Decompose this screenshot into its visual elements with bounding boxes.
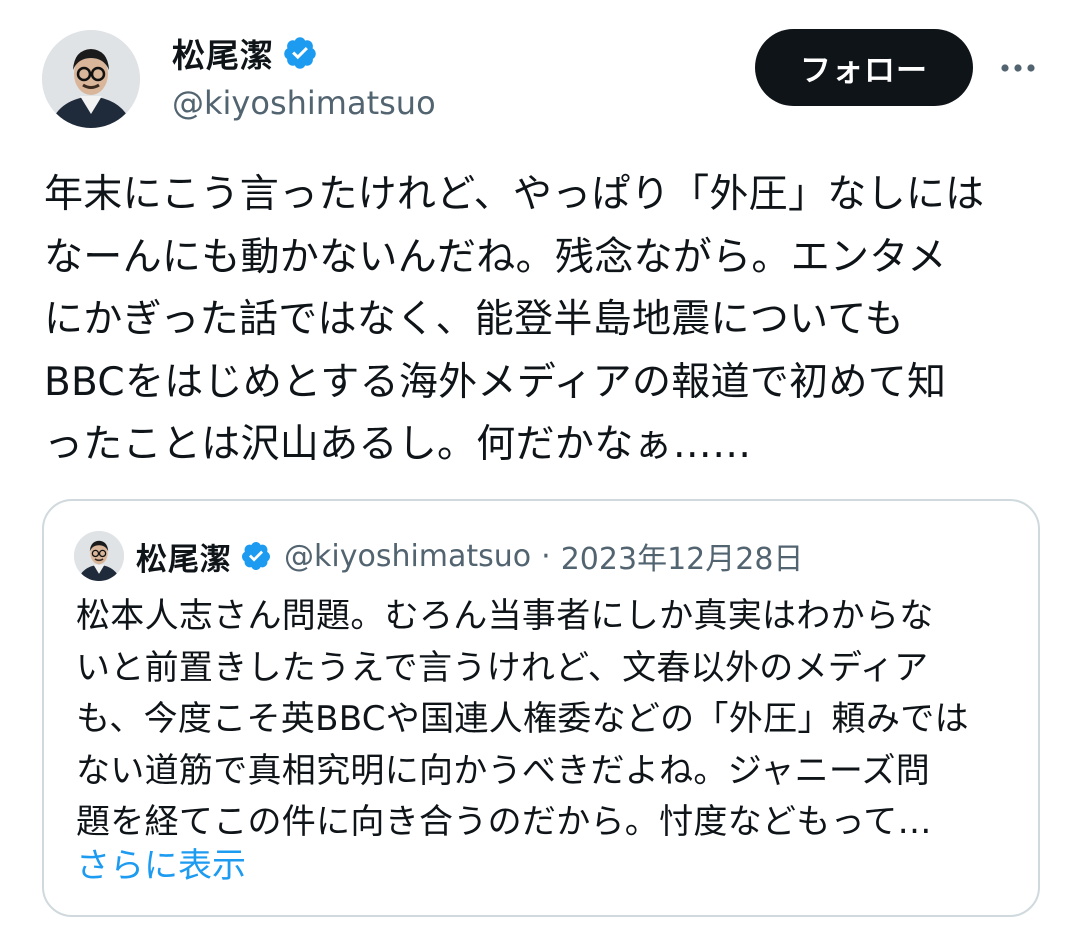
- avatar[interactable]: [42, 30, 140, 128]
- quote-avatar-image: [74, 531, 124, 581]
- author-handle[interactable]: @kiyoshimatsuo: [172, 84, 436, 122]
- author-name-row[interactable]: 松尾潔: [172, 30, 318, 76]
- quoted-tweet[interactable]: 松尾潔 @kiyoshimatsuo · 2023年12月28日 松本人志さん問…: [42, 499, 1040, 917]
- tweet-card: 松尾潔 @kiyoshimatsuo フォロー 年末にこう言ったけれど、やっぱり…: [0, 0, 1080, 944]
- quote-avatar[interactable]: [74, 531, 124, 581]
- quote-header: 松尾潔 @kiyoshimatsuo · 2023年12月28日: [136, 531, 803, 581]
- quote-display-name: 松尾潔: [136, 541, 232, 578]
- verified-badge-icon: [241, 542, 270, 570]
- tweet-text: 年末にこう言ったけれど、やっぱり「外圧」なしには なーんにも動かないんだね。残念…: [44, 172, 985, 467]
- show-more-link[interactable]: さらに表示: [76, 841, 246, 893]
- avatar-image: [42, 30, 140, 128]
- verified-badge-icon[interactable]: [282, 35, 318, 71]
- display-name[interactable]: 松尾潔: [172, 29, 274, 77]
- more-horizontal-icon: [1001, 64, 1035, 72]
- quote-date[interactable]: 2023年12月28日: [561, 534, 804, 578]
- quote-text: 松本人志さん問題。むろん当事者にしか真実はわからな いと前置きしたうえで言うけれ…: [76, 596, 969, 842]
- more-options-button[interactable]: [996, 50, 1040, 86]
- follow-button[interactable]: フォロー: [755, 29, 973, 106]
- quote-handle: @kiyoshimatsuo: [284, 538, 532, 574]
- quote-separator: ·: [541, 538, 551, 574]
